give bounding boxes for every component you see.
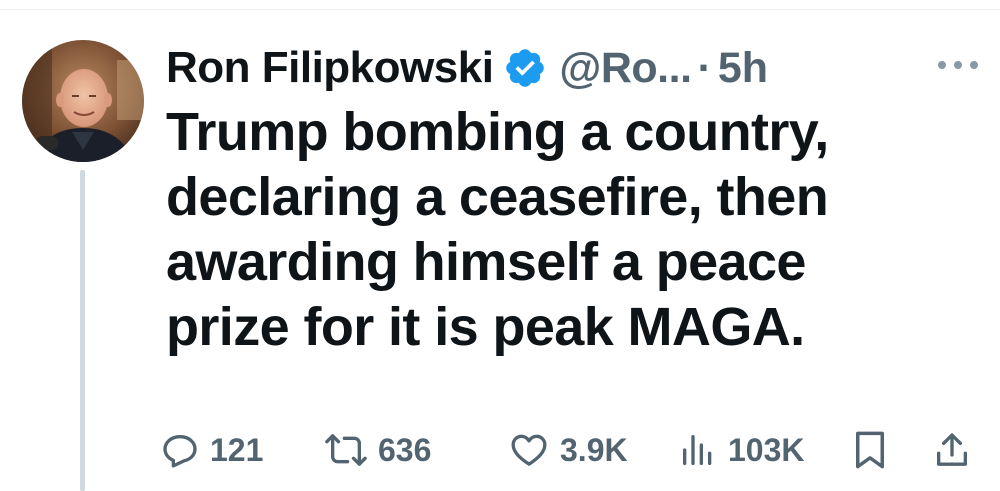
author-name[interactable]: Ron Filipkowski [166,43,494,93]
tweet-text-line: prize for it is peak MAGA. [166,297,805,357]
action-bar: 121 636 3.9K 103K [160,424,980,476]
like-count: 3.9K [560,431,628,468]
repost-icon [325,434,367,466]
separator-dot: · [697,43,712,92]
repost-button[interactable]: 636 [324,424,431,476]
tweet-text-line: declaring a ceasefire, then [166,167,829,227]
heart-icon [511,434,547,466]
share-button[interactable] [932,424,972,476]
bookmark-button[interactable] [852,424,888,476]
more-options-icon[interactable] [938,58,978,72]
tweet-header: Ron Filipkowski @Ro... · 5h [166,38,768,98]
author-handle[interactable]: @Ro... [559,44,692,93]
bookmark-icon [856,431,884,469]
reply-button[interactable]: 121 [160,424,263,476]
views-button[interactable]: 103K [678,424,805,476]
tweet-text-line: Trump bombing a country, [166,102,829,162]
tweet-card: Ron Filipkowski @Ro... · 5h Trump bombin… [0,0,1000,491]
tweet-text-line: awarding himself a peace [166,232,806,292]
timestamp[interactable]: 5h [718,44,768,93]
verified-badge-icon[interactable] [503,46,547,90]
like-button[interactable]: 3.9K [508,424,628,476]
share-icon [937,433,967,466]
avatar[interactable] [22,40,144,162]
divider [0,9,1000,10]
avatar-photo [22,40,144,162]
thread-line [80,170,85,491]
repost-count: 636 [378,431,432,468]
reply-icon [163,435,197,468]
tweet-text: Trump bombing a country, declaring a cea… [166,100,986,360]
views-icon [683,435,712,465]
reply-count: 121 [210,431,264,468]
views-count: 103K [728,431,805,468]
